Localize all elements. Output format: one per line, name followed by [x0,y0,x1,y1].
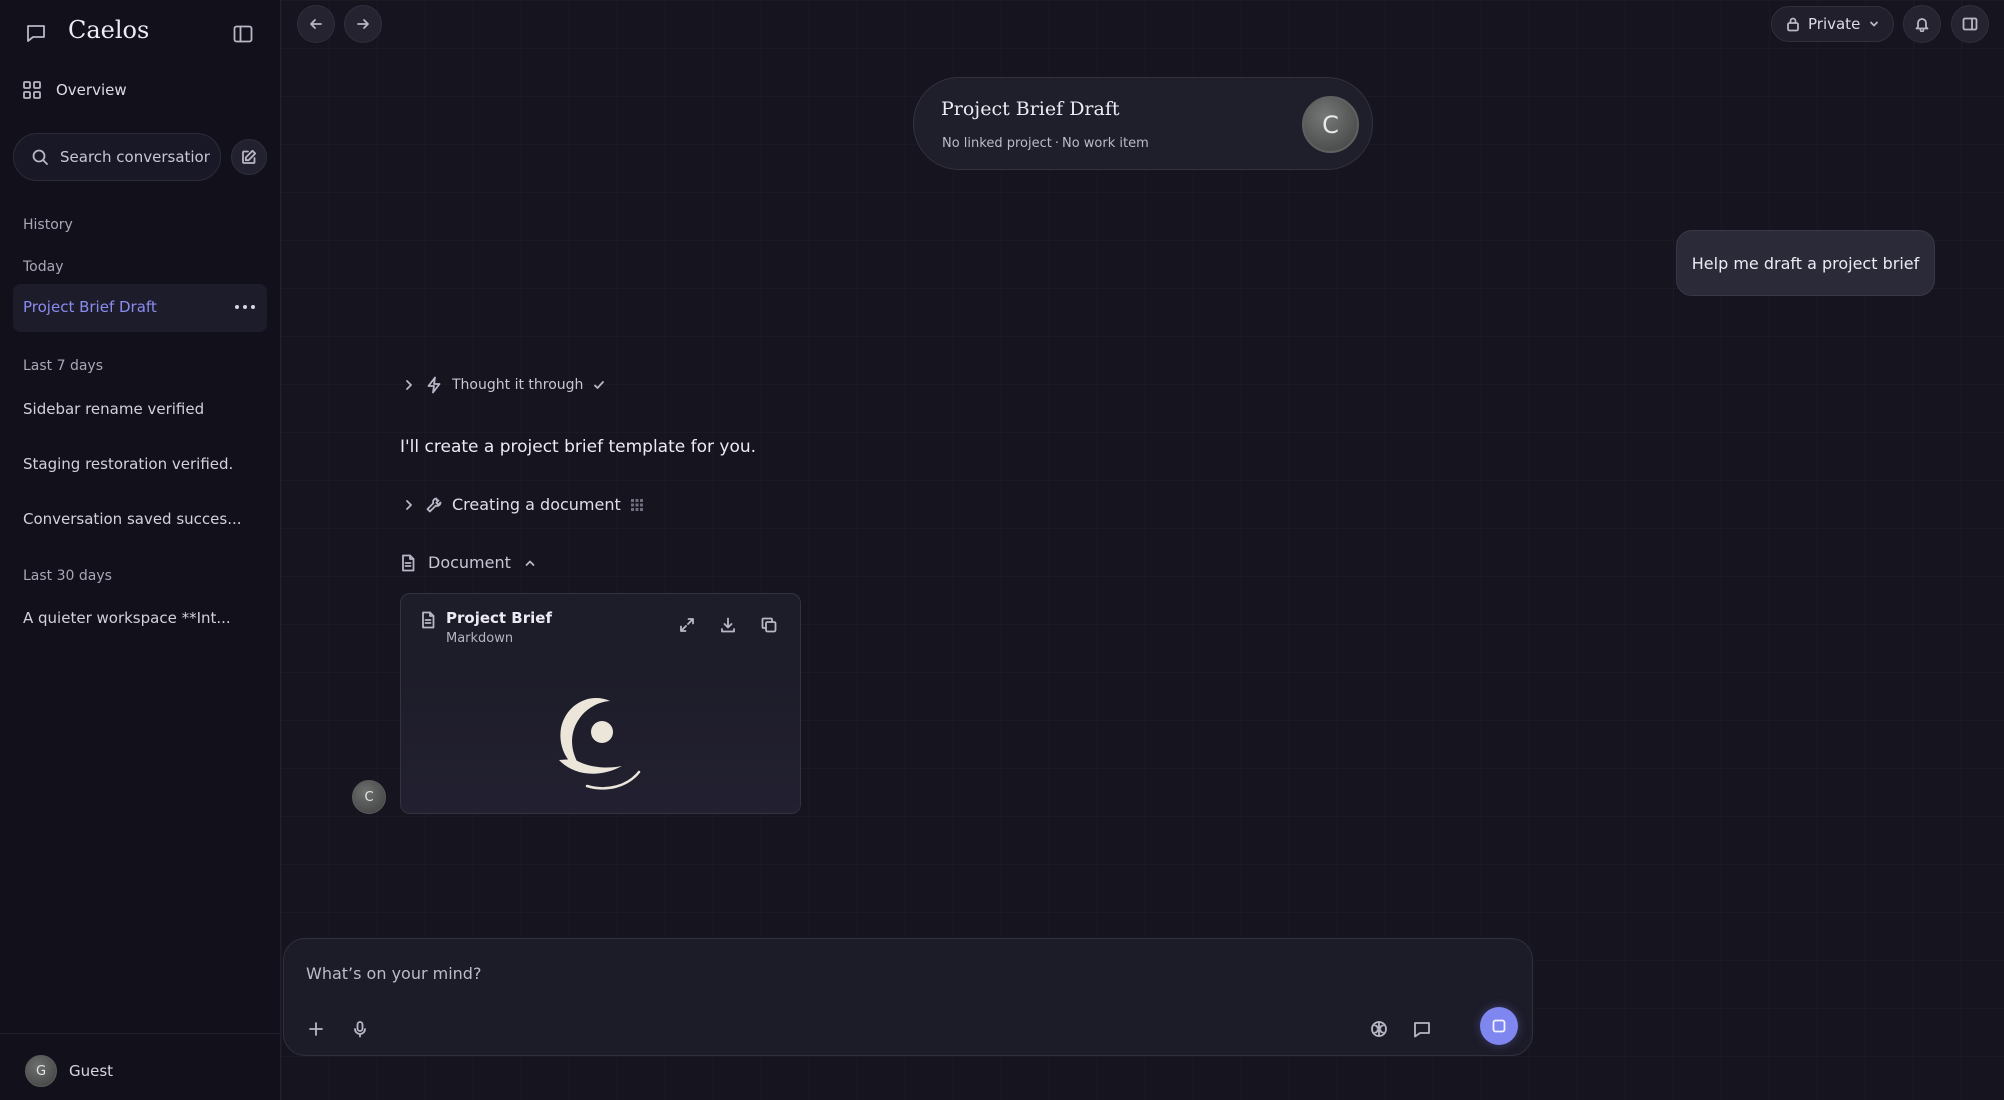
history-heading: History [23,217,73,233]
avatar[interactable]: G [25,1055,57,1087]
microphone-icon[interactable] [345,1014,375,1044]
conversation-title: Project Brief Draft [23,298,157,316]
new-chat-button[interactable] [231,139,267,175]
check-icon [592,378,606,392]
expand-icon[interactable] [678,616,696,634]
thought-label: Thought it through [452,377,584,393]
edit-icon [241,149,257,165]
document-title: Project Brief [446,609,552,627]
arrow-left-icon [308,16,324,32]
arrow-right-icon [355,16,371,32]
work-item: No work item [1061,136,1149,151]
back-button[interactable] [297,5,335,43]
download-icon[interactable] [719,616,737,634]
plus-icon[interactable] [301,1014,331,1044]
document-section-label: Document [428,553,511,572]
forward-button[interactable] [344,5,382,43]
document-card[interactable]: Project Brief Markdown [400,593,801,814]
visibility-label: Private [1808,15,1861,33]
message-input[interactable] [306,964,1206,994]
overview-label: Overview [56,81,127,99]
notifications-button[interactable] [1903,5,1941,43]
grid-icon [22,80,42,100]
conversation-header: Project Brief Draft No linked project · … [913,77,1373,170]
bell-icon [1914,16,1930,32]
loading-spinner-icon [552,686,652,794]
document-section-toggle[interactable]: Document [400,553,537,572]
document-type: Markdown [446,631,514,646]
sidebar: Caelos Overview History Today Project Br… [0,0,281,1100]
message-icon[interactable] [1407,1014,1437,1044]
app-title: Caelos [68,16,150,44]
section-today: Today [23,259,64,275]
list-item[interactable]: Staging restoration verified. [23,455,233,473]
more-options-icon[interactable] [235,305,255,309]
tool-call-label: Creating a document [452,495,621,514]
avatar: C [352,780,386,814]
chevron-up-icon [523,556,537,570]
list-item[interactable]: Conversation saved succes... [23,510,242,528]
chevron-right-icon [402,498,416,512]
user-message: Help me draft a project brief [1676,230,1935,296]
section-last-30-days: Last 30 days [23,568,112,584]
assistant-message: I'll create a project brief template for… [400,437,757,457]
search-input[interactable] [60,148,210,166]
wrench-icon [425,496,443,514]
lightning-icon [425,376,443,394]
chat-bubble-icon [24,21,48,45]
chevron-down-icon [1868,18,1880,30]
document-icon [400,554,416,572]
side-panel-icon [1962,16,1978,32]
visibility-dropdown[interactable]: Private [1771,6,1894,42]
user-name[interactable]: Guest [69,1062,113,1080]
tool-call-toggle[interactable]: Creating a document [402,495,644,514]
brain-icon[interactable] [1364,1014,1394,1044]
composer [283,938,1533,1056]
stop-button[interactable] [1480,1007,1518,1045]
meta-separator: · [1054,136,1059,151]
loading-grid-icon [630,498,644,512]
linked-project: No linked project [942,136,1052,151]
panel-toggle-button[interactable] [1951,5,1989,43]
avatar: C [1302,96,1359,153]
list-item[interactable]: Sidebar rename verified [23,400,204,418]
search-icon [31,148,49,166]
sidebar-item-project-brief-draft[interactable]: Project Brief Draft [13,284,267,332]
page-title: Project Brief Draft [941,98,1120,120]
list-item[interactable]: A quieter workspace **Int... [23,609,231,627]
lock-icon [1786,16,1800,32]
document-icon [420,611,436,629]
sidebar-toggle-icon[interactable] [232,23,254,45]
chevron-right-icon [402,378,416,392]
sidebar-item-overview[interactable]: Overview [22,78,127,102]
header-meta: No linked project · No work item [942,136,1149,151]
search-box[interactable] [13,133,221,181]
section-last-7-days: Last 7 days [23,358,104,374]
copy-icon[interactable] [760,616,778,634]
stop-icon [1491,1018,1507,1034]
thought-toggle[interactable]: Thought it through [402,376,606,394]
divider [0,1033,281,1034]
